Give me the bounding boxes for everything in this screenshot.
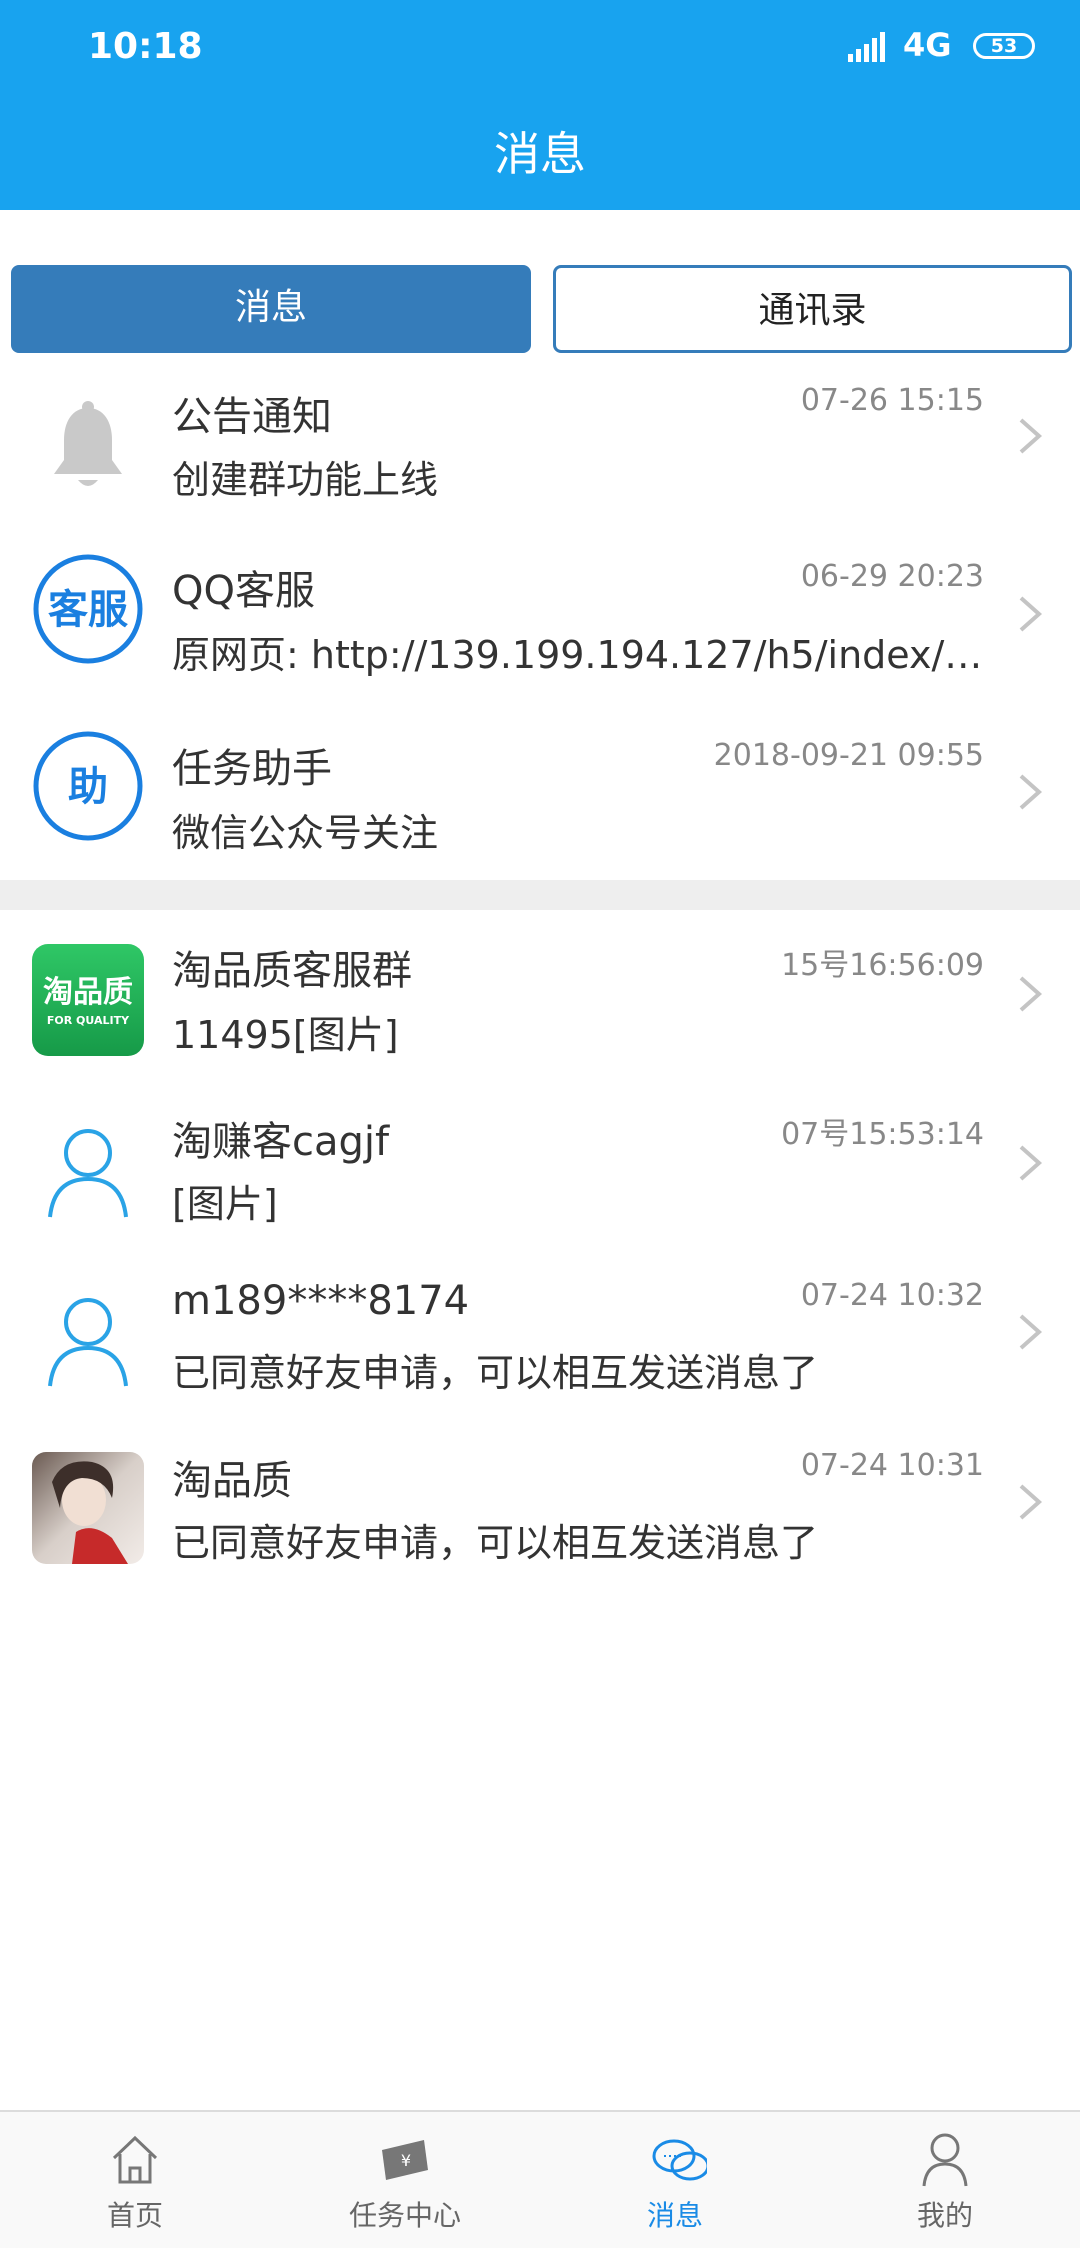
page-title: 消息: [494, 127, 586, 181]
conversation-item[interactable]: 客服 QQ客服 06-29 20:23 原网页: http://139.199.…: [0, 548, 1080, 688]
conversation-item[interactable]: m189****8174 07-24 10:32 已同意好友申请，可以相互发送消…: [0, 1266, 1080, 1406]
svg-text:客服: 客服: [48, 587, 128, 633]
conversation-preview: 11495[图片]: [172, 1013, 399, 1057]
conversation-preview: 已同意好友申请，可以相互发送消息了: [172, 1351, 819, 1395]
conversation-name: 淘赚客cagjf: [172, 1119, 390, 1165]
conversation-name: 淘品质: [172, 1458, 292, 1504]
signal-icon: [848, 32, 885, 62]
bell-icon: [54, 401, 122, 486]
customer-service-icon: 客服: [33, 554, 143, 664]
conversation-item[interactable]: 淘品质 FOR QUALITY 淘品质客服群 15号16:56:09 11495…: [0, 928, 1080, 1068]
chevron-right-icon: [1019, 1484, 1043, 1520]
conversation-time: 07-24 10:32: [800, 1278, 984, 1313]
conversation-name: 淘品质客服群: [172, 948, 412, 994]
conversation-time: 06-29 20:23: [800, 559, 984, 594]
conversation-time: 07-26 15:15: [800, 383, 984, 418]
network-type: 4G: [903, 26, 952, 64]
tab-messages-nav[interactable]: 消息: [540, 2112, 810, 2248]
conversation-name: m189****8174: [172, 1278, 470, 1324]
chevron-right-icon: [1019, 596, 1043, 632]
chevron-right-icon: [1019, 1145, 1043, 1181]
ticket-icon: ¥: [382, 2140, 428, 2180]
chevron-right-icon: [1019, 418, 1043, 454]
conversation-time: 07-24 10:31: [800, 1448, 984, 1483]
person-icon: [922, 2133, 968, 2187]
conversation-name: 任务助手: [172, 746, 332, 792]
conversation-preview: 微信公众号关注: [172, 811, 439, 855]
status-time: 10:18: [88, 26, 203, 67]
conversation-item[interactable]: 公告通知 07-26 15:15 创建群功能上线: [0, 370, 1080, 510]
tab-contacts[interactable]: 通讯录: [553, 265, 1072, 353]
conversation-name: 公告通知: [172, 394, 332, 440]
group-logo-icon: 淘品质 FOR QUALITY: [32, 944, 144, 1056]
status-bar: 10:18 4G 53: [0, 0, 1080, 95]
tab-label: 消息: [646, 2199, 703, 2232]
conversation-name: QQ客服: [172, 568, 315, 614]
bottom-tab-bar: 首页 ¥ 任务中心 消息 我的: [0, 2110, 1080, 2248]
svg-text:FOR QUALITY: FOR QUALITY: [47, 1014, 130, 1027]
battery-icon: 53: [973, 33, 1035, 59]
user-avatar-icon: [48, 1129, 128, 1218]
tab-task-center[interactable]: ¥ 任务中心: [270, 2112, 540, 2248]
home-icon: [112, 2135, 158, 2184]
svg-text:¥: ¥: [401, 2151, 411, 2170]
photo-avatar: [32, 1452, 144, 1564]
assistant-icon: 助: [33, 731, 143, 841]
tab-label: 我的: [916, 2199, 973, 2232]
chevron-right-icon: [1019, 976, 1043, 1012]
conversation-preview: [图片]: [172, 1182, 278, 1226]
app-header: 10:18 4G 53 消息: [0, 0, 1080, 210]
conversation-time: 2018-09-21 09:55: [713, 738, 984, 773]
tab-messages[interactable]: 消息: [11, 265, 531, 353]
conversation-time: 15号16:56:09: [781, 948, 984, 983]
conversation-preview: 原网页: http://139.199.194.127/h5/index/tas…: [172, 633, 984, 677]
conversation-item[interactable]: 淘赚客cagjf 07号15:53:14 [图片]: [0, 1097, 1080, 1237]
conversation-preview: 已同意好友申请，可以相互发送消息了: [172, 1521, 819, 1565]
chevron-right-icon: [1019, 1314, 1043, 1350]
user-avatar-icon: [48, 1298, 128, 1387]
conversation-item[interactable]: 淘品质 07-24 10:31 已同意好友申请，可以相互发送消息了: [0, 1436, 1080, 1576]
conversation-item[interactable]: 助 任务助手 2018-09-21 09:55 微信公众号关注: [0, 726, 1080, 866]
tab-label: 任务中心: [348, 2199, 461, 2232]
svg-text:助: 助: [68, 764, 108, 810]
conversation-preview: 创建群功能上线: [172, 458, 439, 502]
tab-mine[interactable]: 我的: [810, 2112, 1080, 2248]
chevron-right-icon: [1019, 774, 1043, 810]
section-divider: [0, 880, 1080, 910]
tab-label: 首页: [106, 2199, 163, 2232]
tab-home[interactable]: 首页: [0, 2112, 270, 2248]
conversation-time: 07号15:53:14: [781, 1117, 984, 1152]
svg-text:淘品质: 淘品质: [43, 975, 133, 1010]
chat-icon: [652, 2139, 707, 2181]
